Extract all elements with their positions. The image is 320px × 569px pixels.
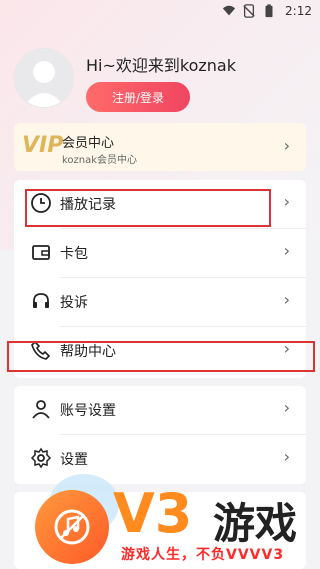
menu-item-complaint[interactable]: 投诉 › <box>14 278 306 326</box>
status-bar: 2:12 <box>0 0 320 24</box>
battery-icon <box>265 4 273 18</box>
no-sim-icon <box>243 4 255 18</box>
chevron-right-icon: › <box>283 447 290 466</box>
wallet-icon <box>32 245 50 260</box>
highlight-box-help-center <box>7 341 315 372</box>
chevron-right-icon: › <box>283 136 290 155</box>
chevron-right-icon: › <box>283 290 290 309</box>
greeting-text: Hi~欢迎来到koznak <box>86 56 236 75</box>
menu-item-label: 账号设置 <box>60 403 116 419</box>
menu-item-settings[interactable]: 设置 › <box>14 435 306 483</box>
login-register-button[interactable]: 注册/登录 <box>86 82 190 112</box>
chevron-right-icon: › <box>283 241 290 260</box>
watermark: V3 游戏 游戏人生，不负VVVV3 <box>35 474 320 569</box>
menu-item-account-settings[interactable]: 账号设置 › <box>14 386 306 434</box>
headset-icon <box>33 293 49 308</box>
chevron-right-icon: › <box>283 398 290 417</box>
menu-group-settings: 账号设置 › 设置 › <box>14 386 306 484</box>
music-disc-icon <box>54 509 90 545</box>
menu-item-label: 设置 <box>60 452 88 468</box>
watermark-brand-cn: 游戏 <box>213 499 298 548</box>
vip-center-card[interactable]: VIP 会员中心 koznak会员中心 › <box>14 123 306 171</box>
menu-item-card-wallet[interactable]: 卡包 › <box>14 229 306 277</box>
highlight-box-play-history <box>25 189 271 227</box>
vip-subtitle: koznak会员中心 <box>62 155 138 166</box>
avatar[interactable] <box>14 48 74 108</box>
status-time: 2:12 <box>285 4 312 18</box>
wifi-icon <box>222 5 236 16</box>
watermark-tagline: 游戏人生，不负VVVV3 <box>121 547 285 563</box>
profile-section: Hi~欢迎来到koznak 注册/登录 <box>14 48 314 118</box>
menu-item-label: 投诉 <box>60 295 88 311</box>
gear-icon <box>30 447 52 469</box>
menu-item-label: 卡包 <box>60 246 88 262</box>
default-avatar-icon <box>15 49 73 107</box>
vip-logo: VIP <box>22 133 64 158</box>
user-icon <box>32 400 50 419</box>
watermark-brand: V3 <box>113 482 193 545</box>
vip-title: 会员中心 <box>62 136 115 151</box>
chevron-right-icon: › <box>283 192 290 211</box>
watermark-logo-icon <box>35 490 109 564</box>
